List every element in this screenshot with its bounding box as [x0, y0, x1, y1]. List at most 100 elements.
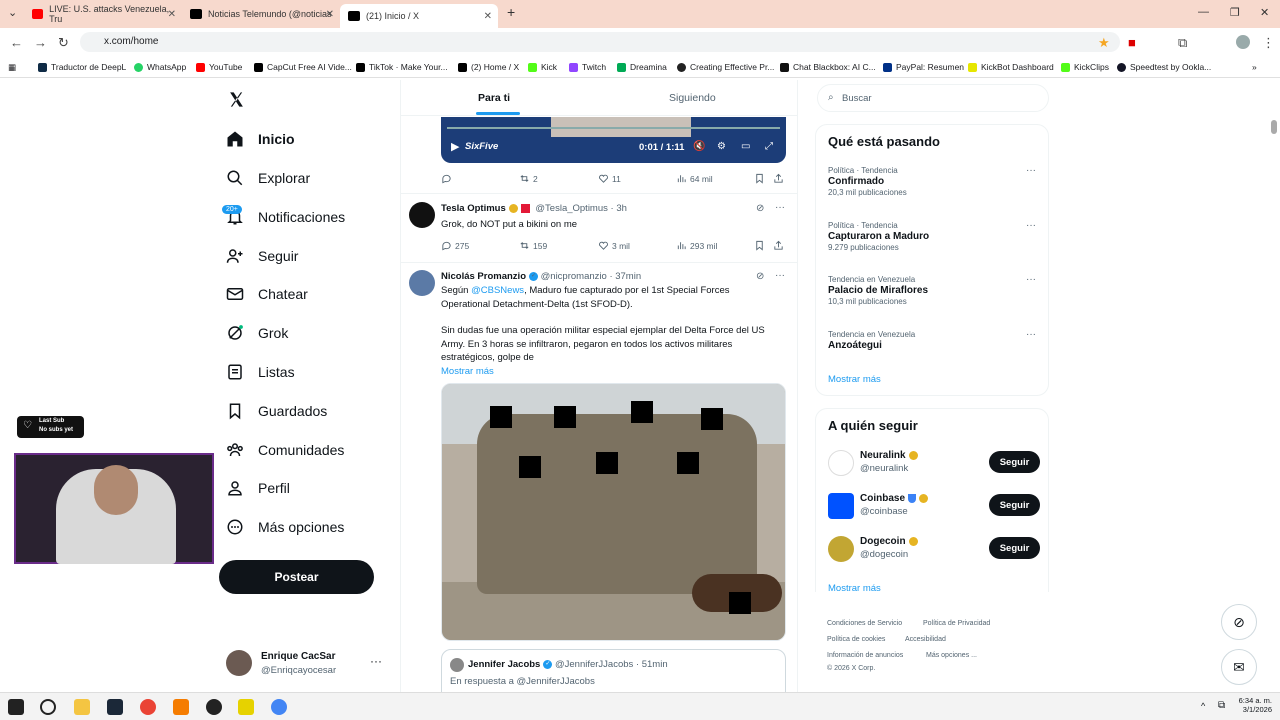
footer-link[interactable]: Política de Privacidad	[923, 620, 990, 627]
bookmark-item[interactable]: PayPal: Resumen	[883, 62, 964, 72]
bookmark-item[interactable]: KickBot Dashboard	[968, 62, 1054, 72]
footer-link[interactable]: Condiciones de Servicio	[827, 620, 902, 627]
nav-grok[interactable]: Grok	[226, 318, 288, 348]
nav-listas[interactable]: Listas	[226, 357, 295, 387]
dogecoin-avatar[interactable]	[828, 536, 854, 562]
apps-icon[interactable]: ▦	[8, 62, 16, 73]
video-player[interactable]: ▶ SixFive 0:01 / 1:11 🔇 ⚙ ▭ ⤢	[441, 117, 786, 163]
clock[interactable]: 6:34 a. m. 3/1/2026	[1234, 696, 1272, 714]
post-time[interactable]: · 37min	[609, 271, 641, 282]
grok-float-button[interactable]: ⊘	[1221, 604, 1257, 640]
search-input[interactable]: ⌕ Buscar	[817, 84, 1049, 112]
nav-explorar[interactable]: Explorar	[226, 163, 310, 193]
bookmark-item[interactable]: CapCut Free AI Vide...	[254, 62, 352, 72]
bookmark-item[interactable]: Creating Effective Pr...	[677, 62, 774, 72]
author-name[interactable]: Nicolás Promanzio	[441, 271, 526, 282]
post-button[interactable]: Postear	[219, 560, 374, 594]
footer-link[interactable]: Información de anuncios	[827, 652, 903, 659]
more-icon[interactable]: ···	[1026, 165, 1036, 176]
author-name[interactable]: Jennifer Jacobs	[468, 659, 540, 670]
more-icon[interactable]: ···	[1026, 329, 1036, 340]
grok-icon[interactable]: ⊘	[756, 203, 764, 214]
nav-comunidades[interactable]: Comunidades	[226, 435, 344, 465]
close-icon[interactable]: ✕	[168, 9, 176, 20]
bookmark-item[interactable]: KickClips	[1061, 62, 1109, 72]
share-button[interactable]	[773, 240, 787, 251]
tab-list-icon[interactable]: ⌄	[8, 6, 17, 19]
steam-icon[interactable]	[107, 699, 123, 715]
share-button[interactable]	[773, 173, 787, 184]
url-field[interactable]: x.com/home	[80, 32, 1120, 52]
avatar[interactable]	[409, 270, 435, 296]
nav-inicio[interactable]: Inicio	[226, 124, 295, 154]
bookmark-item[interactable]: Traductor de DeepL	[38, 62, 126, 72]
tab-x-home[interactable]: (21) Inicio / X ✕	[340, 4, 498, 28]
trend-item[interactable]: Política · Tendencia Capturaron a Maduro 9…	[828, 220, 929, 253]
bookmark-button[interactable]	[754, 240, 768, 251]
reload-icon[interactable]: ↻	[58, 35, 69, 51]
trend-item[interactable]: Política · Tendencia Confirmado 20,3 mil p…	[828, 165, 907, 198]
author-name[interactable]: Tesla Optimus	[441, 203, 506, 214]
close-window-icon[interactable]: ✕	[1260, 6, 1269, 19]
author-handle[interactable]: @Tesla_Optimus	[535, 203, 607, 214]
footer-link[interactable]: Política de cookies	[827, 636, 885, 643]
avatar[interactable]	[450, 658, 464, 672]
bookmark-item[interactable]: (2) Home / X	[458, 62, 519, 72]
more-icon[interactable]: ···	[1026, 274, 1036, 285]
maximize-icon[interactable]: ❐	[1230, 6, 1240, 19]
neuralink-avatar[interactable]	[828, 450, 854, 476]
play-icon[interactable]: ▶	[451, 140, 459, 153]
footer-link[interactable]: Más opciones ...	[926, 652, 977, 659]
show-more-link[interactable]: Mostrar más	[828, 583, 881, 594]
close-icon[interactable]: ✕	[484, 11, 492, 22]
show-more-link[interactable]: Mostrar más	[441, 365, 494, 379]
more-icon[interactable]: ···	[775, 270, 785, 281]
trend-item[interactable]: Tendencia en Venezuela Anzoátegui	[828, 329, 915, 351]
vlc-icon[interactable]	[173, 699, 189, 715]
tab-para-ti[interactable]: Para ti	[478, 92, 510, 104]
post-image[interactable]	[441, 383, 786, 641]
bookmark-item[interactable]: TikTok · Make Your...	[356, 62, 448, 72]
nav-notificaciones[interactable]: Notificaciones	[226, 202, 345, 232]
account-avatar[interactable]	[226, 650, 252, 676]
retweet-button[interactable]: 2	[519, 173, 538, 184]
post-tesla-optimus[interactable]: Tesla Optimus @Tesla_Optimus · 3h ⊘ ··· …	[401, 194, 797, 262]
tab-siguiendo[interactable]: Siguiendo	[669, 92, 716, 104]
file-explorer-icon[interactable]	[74, 699, 90, 715]
minimize-icon[interactable]: —	[1198, 6, 1209, 18]
scrollbar-thumb[interactable]	[1271, 120, 1277, 134]
network-icon[interactable]: ⧉	[1218, 700, 1225, 711]
obs-icon[interactable]	[206, 699, 222, 715]
pip-icon[interactable]: ▭	[741, 141, 750, 152]
quoted-post[interactable]: Jennifer Jacobs ✓ @JenniferJJacobs · 51mi…	[441, 649, 786, 692]
reply-button[interactable]	[441, 173, 455, 184]
menu-icon[interactable]: ⋮	[1262, 35, 1275, 51]
bookmark-item[interactable]: Twitch	[569, 62, 606, 72]
chrome-active-icon[interactable]	[271, 699, 287, 715]
settings-icon[interactable]: ⚙	[717, 141, 726, 152]
bookmark-item[interactable]: Kick	[528, 62, 557, 72]
chrome-icon[interactable]	[140, 699, 156, 715]
tab-youtube[interactable]: LIVE: U.S. attacks Venezuela, Tru ✕	[24, 4, 182, 24]
views-button[interactable]: 64 mil	[676, 173, 713, 184]
grok-icon[interactable]: ⊘	[756, 271, 764, 282]
mute-icon[interactable]: 🔇	[693, 141, 705, 152]
author-handle[interactable]: @JenniferJJacobs	[555, 659, 633, 670]
fullscreen-icon[interactable]: ⤢	[765, 141, 773, 152]
close-icon[interactable]: ✕	[326, 9, 334, 20]
trend-item[interactable]: Tendencia en Venezuela Palacio de Miraflo…	[828, 274, 928, 307]
views-button[interactable]: 293 mil	[676, 240, 717, 251]
more-icon[interactable]: ···	[1026, 220, 1036, 231]
account-more-icon[interactable]: ···	[370, 654, 382, 668]
bookmark-item[interactable]: Dreamina	[617, 62, 667, 72]
new-tab-icon[interactable]: +	[507, 4, 515, 20]
app-icon[interactable]	[238, 699, 254, 715]
tab-telemundo[interactable]: Noticias Telemundo (@noticias ✕	[182, 4, 340, 24]
back-icon[interactable]: ←	[10, 35, 23, 50]
messages-float-button[interactable]: ✉	[1221, 649, 1257, 685]
reply-button[interactable]: 275	[441, 240, 469, 251]
nav-perfil[interactable]: Perfil	[226, 473, 290, 503]
bookmark-item[interactable]: Speedtest by Ookla...	[1117, 62, 1211, 72]
nav-mas-opciones[interactable]: Más opciones	[226, 512, 344, 542]
show-more-link[interactable]: Mostrar más	[828, 374, 881, 385]
